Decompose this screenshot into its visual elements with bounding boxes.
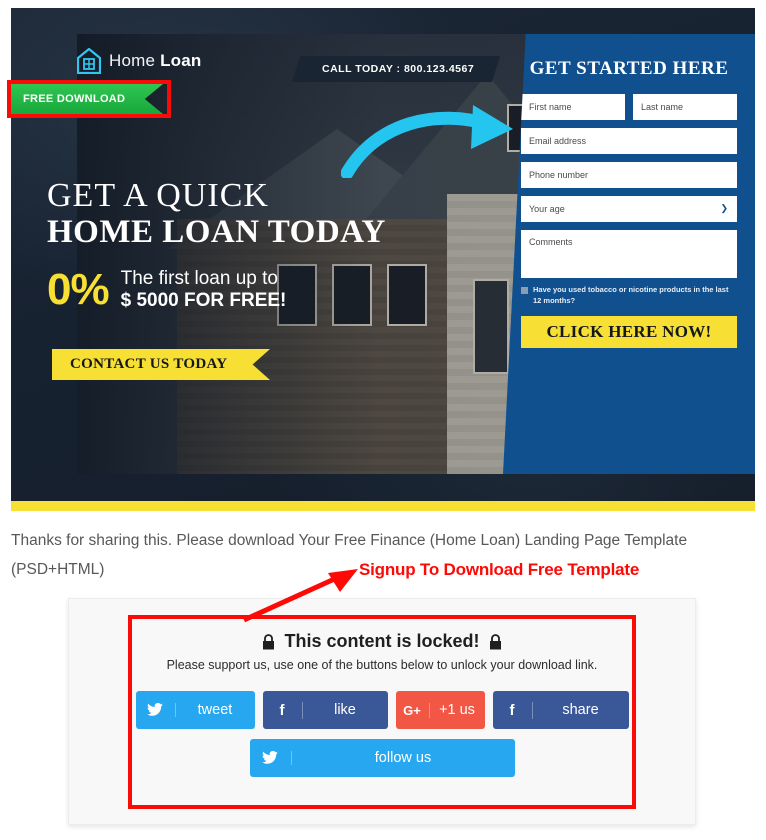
lock-icon xyxy=(489,633,501,649)
logo-text-light: Home xyxy=(109,51,161,70)
annotation-text: Signup To Download Free Template xyxy=(359,560,640,579)
email-input[interactable]: Email address xyxy=(521,128,737,154)
follow-us-button[interactable]: follow us xyxy=(249,739,515,777)
brand-logo[interactable]: Home Loan xyxy=(77,48,202,74)
facebook-icon: f xyxy=(263,701,303,719)
get-started-form-panel: GET STARTED HERE First name Last name Em… xyxy=(503,34,755,474)
tobacco-checkbox-row[interactable]: Have you used tobacco or nicotine produc… xyxy=(521,285,737,307)
contact-us-today-label: CONTACT US TODAY xyxy=(70,356,228,372)
facebook-icon: f xyxy=(493,701,533,719)
age-select[interactable]: Your age ❯ xyxy=(521,196,737,222)
chevron-down-icon: ❯ xyxy=(720,202,728,213)
free-download-ribbon[interactable]: FREE DOWNLOAD xyxy=(11,84,163,114)
locker-title-row: This content is locked! xyxy=(69,631,695,652)
social-button-row: tweet f like G+ +1 us f share xyxy=(69,691,695,729)
call-today-text: CALL TODAY : 800.123.4567 xyxy=(322,63,475,75)
like-label: like xyxy=(334,702,356,718)
house-icon xyxy=(77,48,101,74)
banner-headline: GET A QUICK HOME LOAN TODAY 0% The first… xyxy=(47,178,386,313)
google-plus-icon: G+ xyxy=(396,702,430,718)
follow-button-row: follow us xyxy=(69,739,695,777)
form-title: GET STARTED HERE xyxy=(529,58,729,79)
call-today-banner: CALL TODAY : 800.123.4567 xyxy=(291,56,501,82)
like-button[interactable]: f like xyxy=(262,691,388,729)
logo-text-bold: Loan xyxy=(160,51,202,70)
tweet-button[interactable]: tweet xyxy=(135,691,255,729)
twitter-icon xyxy=(136,703,176,717)
content-locker-card: This content is locked! Please support u… xyxy=(68,598,696,825)
lock-icon xyxy=(263,633,275,649)
phone-input[interactable]: Phone number xyxy=(521,162,737,188)
age-select-value: Your age xyxy=(529,204,565,214)
annotation-arrow-icon xyxy=(242,569,358,623)
contact-us-today-button[interactable]: CONTACT US TODAY xyxy=(52,349,270,380)
subheadline-line-1: The first loan up to xyxy=(120,267,278,289)
tobacco-checkbox[interactable] xyxy=(521,287,528,294)
click-here-now-button[interactable]: CLICK HERE NOW! xyxy=(521,315,737,348)
plus-one-button[interactable]: G+ +1 us xyxy=(395,691,485,729)
plus-one-label: +1 us xyxy=(439,702,475,718)
headline-line-1: GET A QUICK xyxy=(47,177,269,214)
locker-subtitle: Please support us, use one of the button… xyxy=(166,658,598,672)
headline-line-2: HOME LOAN TODAY xyxy=(47,213,386,250)
tobacco-checkbox-label: Have you used tobacco or nicotine produc… xyxy=(533,285,729,305)
tweet-label: tweet xyxy=(197,702,233,718)
logo-text: Home Loan xyxy=(109,51,202,71)
twitter-icon xyxy=(250,751,292,765)
share-label: share xyxy=(562,702,599,718)
banner-bottom-strip: Lorem Ipsum is simply dummy text of the … xyxy=(11,501,755,511)
subheadline-line-2: $ 5000 FOR FREE! xyxy=(120,290,287,312)
share-button[interactable]: f share xyxy=(492,691,629,729)
comments-textarea[interactable]: Comments xyxy=(521,230,737,278)
percent-figure: 0% xyxy=(47,265,110,315)
follow-us-label: follow us xyxy=(374,750,432,766)
last-name-input[interactable]: Last name xyxy=(633,94,737,120)
free-download-label: FREE DOWNLOAD xyxy=(23,93,126,105)
first-name-input[interactable]: First name xyxy=(521,94,625,120)
locker-title: This content is locked! xyxy=(284,631,480,651)
blue-arrow-icon xyxy=(341,105,513,178)
